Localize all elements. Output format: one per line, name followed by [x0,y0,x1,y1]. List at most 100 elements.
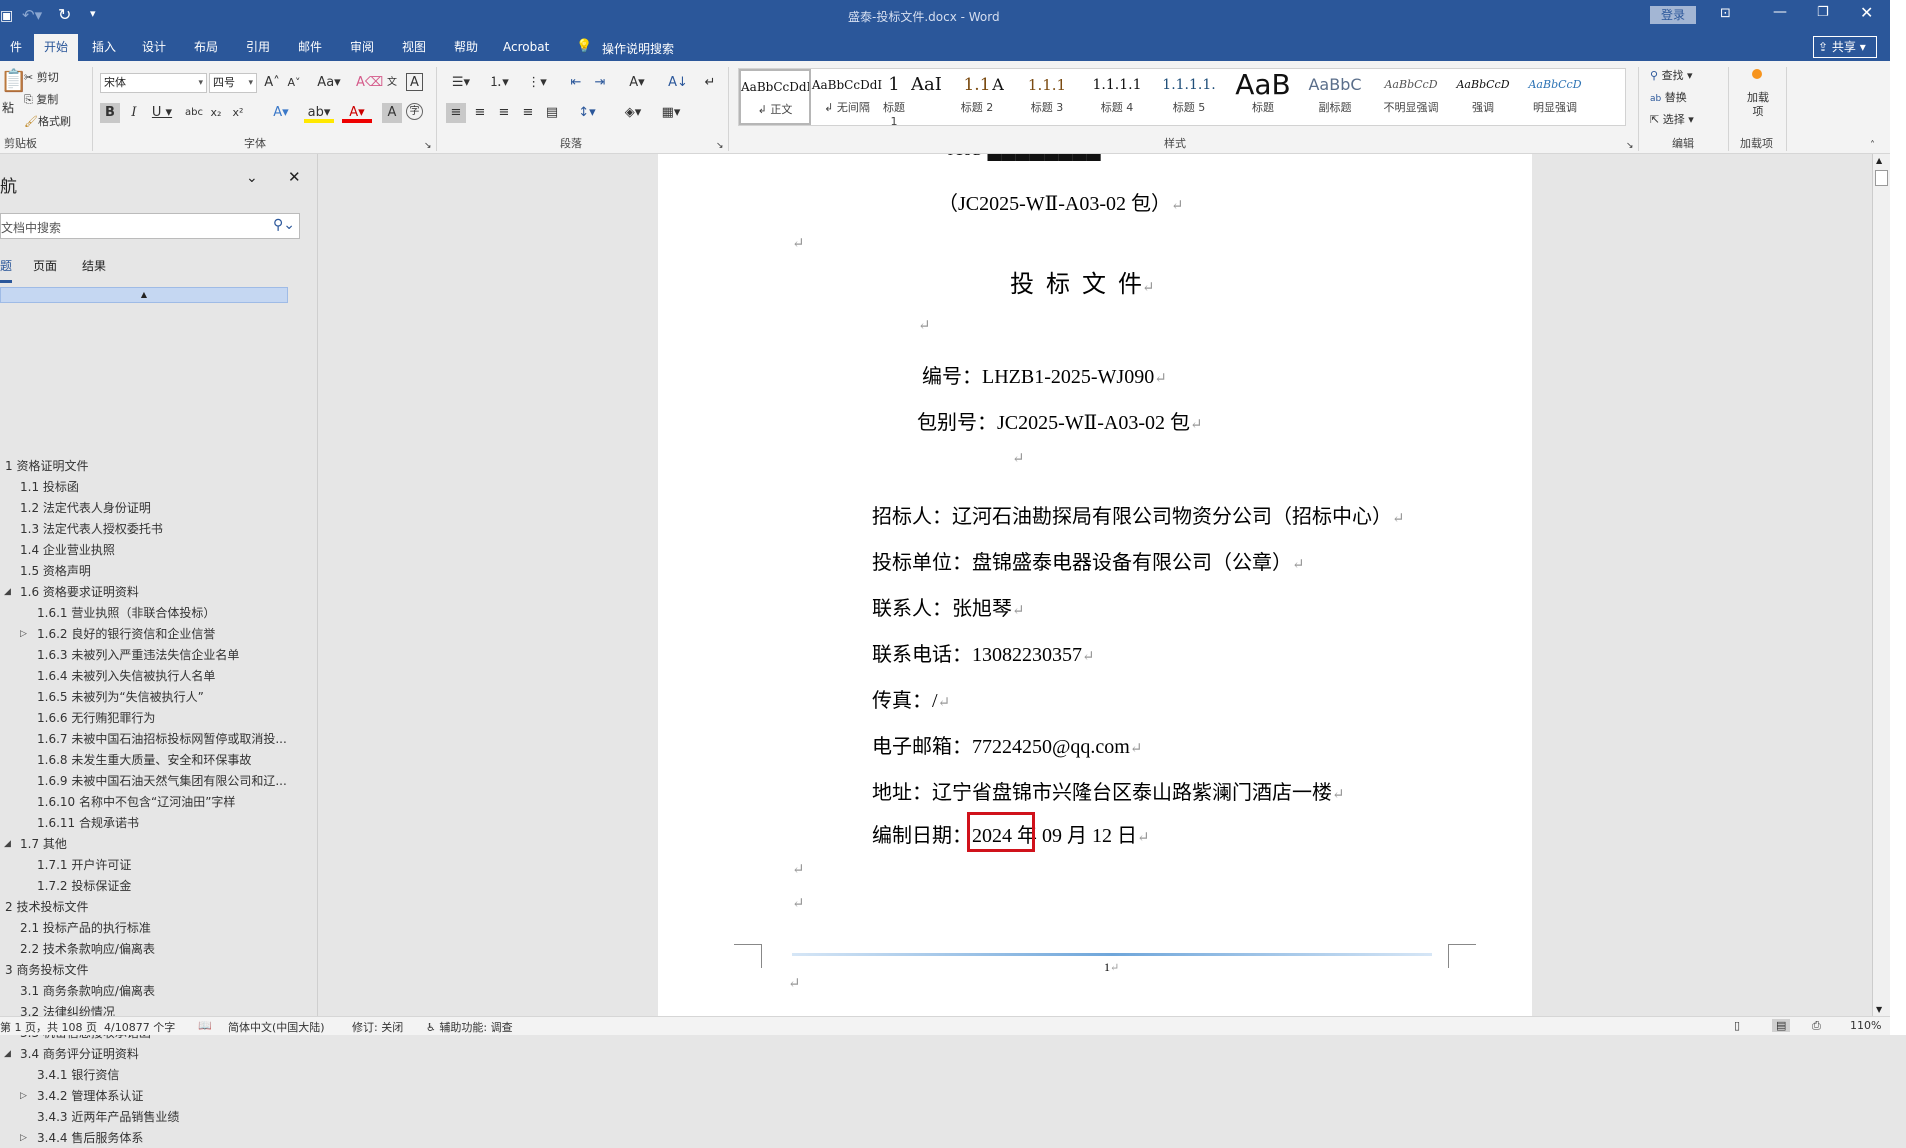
show-marks-icon[interactable]: ↵ [700,73,720,93]
nav-heading-item[interactable]: 1.6.9 未被中国石油天然气集团有限公司和辽... [37,771,287,791]
nav-heading-item[interactable]: 3 商务投标文件 [5,960,88,980]
nav-heading-item[interactable]: 1 资格证明文件 [5,456,88,476]
collapse-all-button[interactable]: ▲ [0,287,288,303]
nav-heading-item[interactable]: 1.6.3 未被列入严重违法失信企业名单 [37,645,239,665]
nav-heading-item[interactable]: 1.6.6 无行贿犯罪行为 [37,708,155,728]
minimize-button[interactable]: — [1773,4,1787,20]
subscript-button[interactable]: x₂ [206,103,226,123]
multilevel-list-icon[interactable]: ⋮▾ [522,73,552,93]
nav-heading-item[interactable]: 1.3 法定代表人授权委托书 [20,519,163,539]
document-page[interactable]: A03 ████████ （JC2025-WⅡ-A03-02 包）↵ ↵ 投 标… [658,154,1532,1016]
style-1[interactable]: AaBbCcDdI ↲ 无间隔 [811,69,883,125]
select-button[interactable]: ⇱ 选择 ▾ [1650,111,1694,127]
strikethrough-button[interactable]: abc [184,103,204,123]
nav-heading-item[interactable]: 3.1 商务条款响应/偏离表 [20,981,155,1001]
login-button[interactable]: 登录 [1650,6,1696,24]
style-13[interactable]: AaBbCcD 明显强调 [1519,69,1591,125]
replace-button[interactable]: ab 替换 [1650,89,1687,105]
font-name-select[interactable]: 宋体 [100,73,207,93]
align-right-button[interactable]: ≡ [494,103,514,123]
sort-icon[interactable]: A↓ [668,73,688,93]
shading-icon[interactable]: ◈▾ [618,103,648,123]
style-0[interactable]: AaBbCcDdI ↲ 正文 [739,69,811,125]
nav-heading-item[interactable]: 1.7.2 投标保证金 [37,876,131,896]
underline-button[interactable]: U ▾ [148,103,176,123]
nav-heading-item[interactable]: 1.6.4 未被列入失信被执行人名单 [37,666,215,686]
nav-close-icon[interactable]: ✕ [288,168,301,186]
nav-heading-item[interactable]: 3.4.2 管理体系认证 [37,1086,143,1106]
nav-heading-item[interactable]: 1.6.2 良好的银行资信和企业信誉 [37,624,215,644]
nav-heading-item[interactable]: 1.6 资格要求证明资料 [20,582,139,602]
nav-heading-item[interactable]: 1.2 法定代表人身份证明 [20,498,151,518]
line-spacing-icon[interactable]: ↕▾ [572,103,602,123]
nav-heading-item[interactable]: 1.6.5 未被列为“失信被执行人” [37,687,204,707]
font-size-select[interactable]: 四号 [209,73,257,93]
nav-heading-item[interactable]: 1.5 资格声明 [20,561,91,581]
customize-toolbar-icon[interactable]: ▾ [90,7,96,20]
italic-button[interactable]: I [124,103,144,123]
accessibility[interactable]: ♿ 辅助功能: 调查 [426,1019,513,1035]
style-8[interactable]: 1.1.1.1. 标题 5 [1153,69,1225,125]
style-10[interactable]: AaBbC 副标题 [1299,69,1371,125]
style-5[interactable]: A [983,69,1013,125]
nav-heading-item[interactable]: 1.6.1 营业执照（非联合体投标） [37,603,215,623]
track-changes[interactable]: 修订: 关闭 [352,1019,403,1035]
tab-1[interactable]: 开始 [34,34,79,61]
font-dialog-launcher-icon[interactable]: ↘ [424,141,432,151]
collapse-ribbon-icon[interactable]: ˄ [1870,140,1875,151]
style-11[interactable]: AaBbCcD 不明显强调 [1375,69,1447,125]
addins-button[interactable]: 加载项 [1744,91,1772,119]
nav-tab-headings[interactable]: 题 [0,257,13,283]
paragraph-dialog-launcher-icon[interactable]: ↘ [716,141,724,151]
zoom-level[interactable]: 110% [1850,1019,1881,1032]
ribbon-display-icon[interactable]: ⊡ [1720,6,1731,21]
scroll-down-icon[interactable]: ▼ [1876,1005,1882,1014]
nav-heading-item[interactable]: 1.1 投标函 [20,477,79,497]
nav-options-icon[interactable]: ⌄ [246,170,258,186]
nav-heading-item[interactable]: 1.6.7 未被中国石油招标投标网暂停或取消投... [37,729,287,749]
tab-3[interactable]: 设计 [132,34,176,61]
style-6[interactable]: 1.1.1 标题 3 [1011,69,1083,125]
copy-button[interactable]: ⎘ 复制 [24,91,58,107]
tab-10[interactable]: Acrobat [493,34,559,61]
expand-icon[interactable]: ▷ [20,1133,27,1143]
document-area[interactable]: A03 ████████ （JC2025-WⅡ-A03-02 包）↵ ↵ 投 标… [319,154,1872,1016]
align-left-button[interactable]: ≡ [446,103,466,123]
read-mode-icon[interactable]: ▯ [1734,1019,1740,1032]
nav-heading-item[interactable]: 1.7 其他 [20,834,67,854]
tab-4[interactable]: 布局 [184,34,228,61]
restore-button[interactable]: ❐ [1817,5,1829,20]
style-9[interactable]: AaB 标题 [1227,69,1299,125]
tab-5[interactable]: 引用 [236,34,280,61]
superscript-button[interactable]: x² [228,103,248,123]
web-layout-icon[interactable]: ⎙ [1812,1019,1821,1033]
tab-7[interactable]: 审阅 [340,34,384,61]
collapse-icon[interactable]: ◢ [4,839,11,849]
numbering-icon[interactable]: ⒈▾ [484,73,514,93]
nav-heading-item[interactable]: 2.1 投标产品的执行标准 [20,918,151,938]
save-icon[interactable]: ▣ [0,8,13,24]
nav-heading-item[interactable]: 1.6.10 名称中不包含“辽河油田”字样 [37,792,235,812]
share-button[interactable]: ⇪ 共享 ▾ [1813,36,1877,58]
tab-9[interactable]: 帮助 [444,34,488,61]
borders-icon[interactable]: ▦▾ [656,103,686,123]
styles-dialog-launcher-icon[interactable]: ↘ [1626,141,1634,151]
nav-heading-item[interactable]: 1.6.11 合规承诺书 [37,813,139,833]
expand-icon[interactable]: ▷ [20,1091,27,1101]
nav-heading-item[interactable]: 1.6.8 未发生重大质量、安全和环保事故 [37,750,251,770]
nav-heading-item[interactable]: 2.2 技术条款响应/偏离表 [20,939,155,959]
grow-font-icon[interactable]: A˄ [262,73,282,93]
enclose-characters-icon[interactable]: 字 [406,103,423,120]
nav-tab-results[interactable]: 结果 [82,257,106,274]
bold-button[interactable]: B [100,103,120,123]
word-count[interactable]: 4/10877 个字 [104,1019,175,1035]
style-12[interactable]: AaBbCcD 强调 [1447,69,1519,125]
scroll-up-icon[interactable]: ▲ [1876,156,1882,165]
scroll-thumb[interactable] [1875,170,1888,186]
distributed-button[interactable]: ▤ [542,103,562,123]
nav-tab-pages[interactable]: 页面 [33,257,57,274]
format-painter-button[interactable]: 🖌格式刷 [24,113,71,129]
style-7[interactable]: 1.1.1.1 标题 4 [1081,69,1153,125]
nav-search-input[interactable]: 文档中搜索 ⚲⌄ [0,213,300,239]
tab-6[interactable]: 邮件 [288,34,332,61]
